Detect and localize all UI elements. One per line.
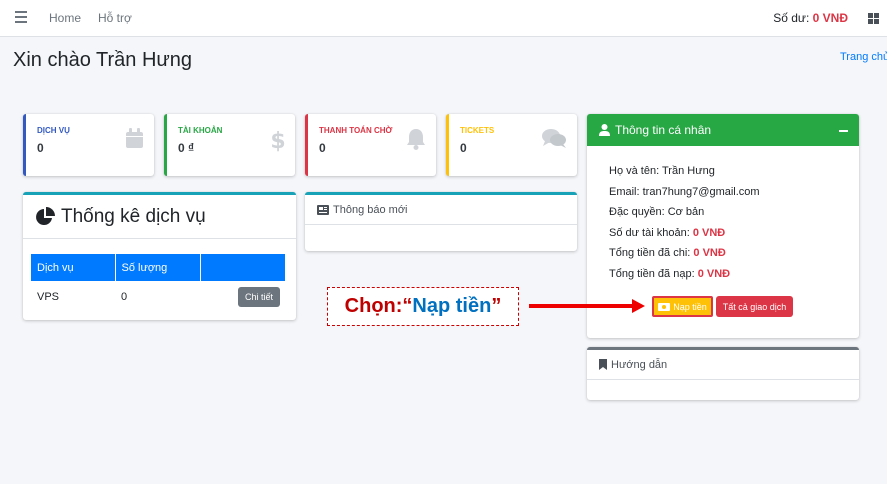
- balance-label: Số dư tài khoản:: [609, 227, 690, 239]
- stat-box-tickets: TICKETS 0: [446, 114, 577, 176]
- spent-value: 0 VNĐ: [693, 247, 726, 259]
- nav-link-support[interactable]: Hỗ trợ: [98, 11, 132, 25]
- profile-header: Thông tin cá nhân: [587, 114, 859, 146]
- all-transactions-button[interactable]: Tất cả giao dịch: [716, 296, 793, 317]
- stat-box-services: DỊCH VỤ 0: [23, 114, 154, 176]
- page-title: Xin chào Trần Hưng: [13, 49, 193, 71]
- money-bill-icon: [658, 302, 671, 311]
- profile-email-row: Email: tran7hung7@gmail.com: [609, 186, 760, 198]
- column-header-action: [200, 254, 285, 281]
- collapse-icon[interactable]: [839, 123, 849, 137]
- comments-icon: [542, 129, 566, 148]
- stat-value: 0: [37, 141, 44, 155]
- guide-card: Hướng dẫn: [587, 347, 859, 400]
- services-stats-card: Thống kê dịch vụ Dịch vụ Số lượng VPS 0 …: [23, 192, 296, 320]
- email-label: Email:: [609, 186, 640, 198]
- services-stats-header: Thống kê dịch vụ: [23, 195, 296, 239]
- navbar-balance-value: 0 VNĐ: [812, 11, 848, 25]
- instruction-callout: Chọn: “Nạp tiền”: [327, 287, 519, 326]
- dollar-icon: $: [271, 129, 285, 152]
- svg-text:$: $: [271, 129, 285, 152]
- bell-icon: [407, 129, 425, 150]
- bookmark-icon: [599, 359, 607, 370]
- privilege-value: Cơ bản: [667, 206, 705, 218]
- services-table: Dịch vụ Số lượng VPS 0 Chi tiết: [31, 254, 285, 313]
- detail-button[interactable]: Chi tiết: [237, 287, 280, 307]
- pie-chart-icon: [36, 206, 55, 225]
- deposit-button[interactable]: Nạp tiền: [652, 296, 713, 317]
- stat-label: TICKETS: [460, 126, 495, 135]
- stat-label: TÀI KHOẢN: [178, 126, 223, 135]
- profile-spent-row: Tổng tiền đã chi: 0 VNĐ: [609, 247, 726, 259]
- name-value: Trần Hưng: [662, 165, 715, 177]
- nav-link-home[interactable]: Home: [49, 11, 81, 25]
- profile-title: Thông tin cá nhân: [615, 123, 712, 137]
- navbar-balance-label: Số dư:: [773, 11, 810, 25]
- news-title: Thông báo mới: [333, 203, 408, 216]
- user-icon: [599, 124, 610, 136]
- hamburger-icon[interactable]: [15, 11, 27, 23]
- annotation-arrow-line: [529, 304, 634, 308]
- stat-value: 0 ₫: [178, 141, 195, 155]
- stat-value: 0: [460, 141, 467, 155]
- name-label: Họ và tên:: [609, 165, 660, 177]
- stat-value: 0: [319, 141, 326, 155]
- spent-label: Tổng tiền đã chi:: [609, 247, 691, 259]
- column-header-quantity: Số lượng: [115, 254, 201, 281]
- services-stats-title: Thống kê dịch vụ: [61, 205, 206, 227]
- breadcrumb-home[interactable]: Trang chủ: [840, 51, 887, 63]
- profile-balance-row: Số dư tài khoản: 0 VNĐ: [609, 227, 725, 239]
- callout-prefix: Chọn:: [344, 295, 403, 317]
- profile-privilege-row: Đặc quyền: Cơ bản: [609, 206, 704, 218]
- privilege-label: Đặc quyền:: [609, 206, 665, 218]
- stat-label: THANH TOÁN CHỜ: [319, 126, 393, 135]
- stat-box-account: TÀI KHOẢN 0 ₫ $: [164, 114, 295, 176]
- deposited-value: 0 VNĐ: [697, 268, 731, 280]
- cell-service-count: 0: [121, 291, 128, 303]
- deposit-button-label: Nạp tiền: [673, 301, 707, 312]
- grid-icon[interactable]: [868, 13, 879, 24]
- callout-highlight: Nạp tiền: [412, 295, 492, 317]
- guide-title: Hướng dẫn: [611, 358, 668, 371]
- column-header-service: Dịch vụ: [31, 254, 116, 281]
- top-navbar: Home Hỗ trợ Số dư: 0 VNĐ: [0, 0, 887, 37]
- news-header: Thông báo mới: [305, 195, 577, 225]
- stat-box-pending-payment: THANH TOÁN CHỜ 0: [305, 114, 436, 176]
- news-card: Thông báo mới: [305, 192, 577, 251]
- profile-name-row: Họ và tên: Trần Hưng: [609, 165, 715, 177]
- callout-close-quote: ”: [491, 295, 502, 317]
- newspaper-icon: [317, 204, 329, 215]
- table-row: VPS 0 Chi tiết: [31, 281, 285, 313]
- navbar-balance: Số dư: 0 VNĐ: [773, 11, 848, 25]
- calendar-icon: [126, 128, 143, 148]
- cell-service-name: VPS: [37, 291, 60, 303]
- profile-deposited-row: Tổng tiền đã nạp: 0 VNĐ: [609, 268, 730, 280]
- email-value: tran7hung7@gmail.com: [642, 186, 760, 198]
- balance-value: 0 VNĐ: [692, 227, 726, 239]
- callout-open-quote: “: [402, 295, 413, 317]
- stat-label: DỊCH VỤ: [37, 126, 70, 135]
- annotation-arrow-head: [632, 299, 645, 313]
- deposited-label: Tổng tiền đã nạp:: [609, 268, 695, 280]
- guide-header: Hướng dẫn: [587, 350, 859, 380]
